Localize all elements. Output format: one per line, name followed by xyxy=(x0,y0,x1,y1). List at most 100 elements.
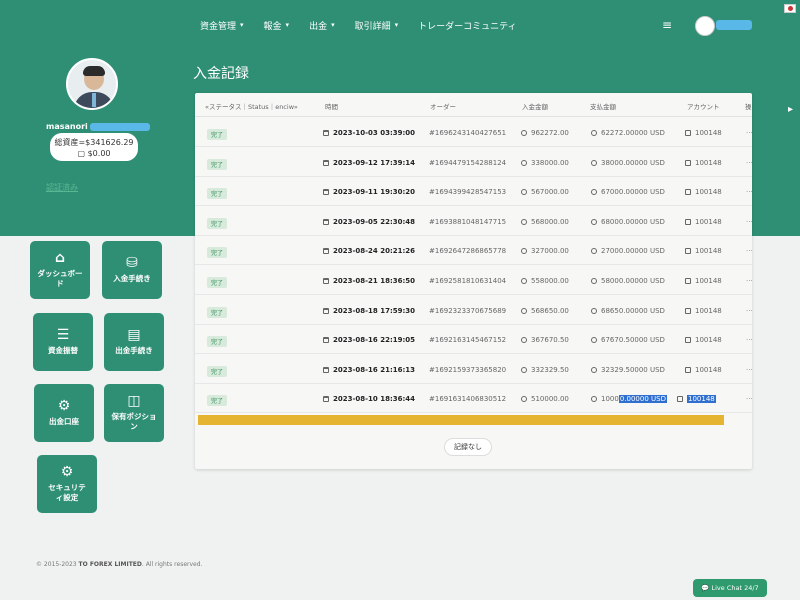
payment-icon xyxy=(591,130,597,136)
total-assets: 総資産=$341626.29 xyxy=(54,138,134,147)
no-records-button[interactable]: 記録なし xyxy=(444,438,492,456)
status-badge: 完了 xyxy=(207,188,228,200)
row-actions[interactable]: ··· xyxy=(746,277,753,285)
sidebar-button-positions[interactable]: ◫ 保有ポジション xyxy=(104,384,164,442)
table-row: 完了 2023-08-16 21:16:13 #1692159373365820 33… xyxy=(195,356,753,384)
calendar-icon xyxy=(323,159,329,166)
row-actions[interactable]: ··· xyxy=(746,395,753,403)
payment-icon xyxy=(591,366,597,373)
row-actions[interactable]: ··· xyxy=(746,336,753,344)
time-cell: 2023-08-16 21:16:13 xyxy=(323,366,415,374)
time-cell: 2023-08-16 22:19:05 xyxy=(323,336,415,344)
wallet-icon: ▢ xyxy=(77,149,86,158)
deposit-amount: 327000.00 xyxy=(531,247,569,256)
header-payment: 支払金額 xyxy=(590,103,616,111)
sidebar-button-transfer[interactable]: ☰ 資金振替 xyxy=(33,313,93,371)
account-icon xyxy=(677,396,683,403)
chevron-down-icon: ▾ xyxy=(285,21,290,29)
account-number: 100148 xyxy=(695,158,722,167)
sidebar-button-dashboard[interactable]: ⌂ ダッシュボード xyxy=(30,241,90,299)
account-cell: 100148 xyxy=(685,129,722,137)
nav-item-community[interactable]: トレーダーコミュニティ xyxy=(418,19,516,32)
account-number: 100148 xyxy=(687,395,716,404)
nav-item-trade-details[interactable]: 取引詳細 ▾ xyxy=(355,19,399,32)
time-value: 2023-08-24 20:21:26 xyxy=(333,247,416,256)
order-cell: #1692647286865778 xyxy=(429,247,507,256)
account-icon xyxy=(685,218,691,225)
account-icon xyxy=(685,130,691,136)
time-value: 2023-08-21 18:36:50 xyxy=(333,277,416,285)
payment-cell: 68650.00000 USD xyxy=(591,307,665,315)
payment-cell: 1000 0.00000 USD xyxy=(591,395,667,404)
live-chat-label: Live Chat 24/7 xyxy=(711,584,759,592)
sidebar-button-security[interactable]: ⚙ セキュリティ設定 xyxy=(37,455,97,513)
footer-copyright: © 2015-2023 TO FOREX LIMITED. All rights… xyxy=(36,561,202,568)
time-cell: 2023-09-11 19:30:20 xyxy=(323,188,415,196)
japan-flag-icon[interactable] xyxy=(784,4,796,13)
sidebar-button-withdraw[interactable]: ▤ 出金手続き xyxy=(104,313,164,371)
top-navigation: 資金管理 ▾ 報金 ▾ 出金 ▾ 取引詳細 ▾ トレーダーコミュニティ xyxy=(200,14,537,36)
row-actions[interactable]: ··· xyxy=(746,366,753,374)
payment-amount: 32329.50000 USD xyxy=(601,365,665,374)
status-badge: 完了 xyxy=(207,158,228,170)
deposit-icon xyxy=(521,189,527,196)
account-cell: 100148 xyxy=(685,277,722,285)
row-actions[interactable]: ··· xyxy=(746,129,753,137)
chevron-down-icon: ▾ xyxy=(394,21,399,29)
calendar-icon xyxy=(323,396,329,403)
calendar-icon xyxy=(323,337,329,344)
sidebar-button-label: 資金振替 xyxy=(48,346,78,355)
payment-icon xyxy=(591,337,597,344)
hamburger-icon[interactable]: ≡ xyxy=(662,18,672,32)
row-actions[interactable]: ··· xyxy=(746,218,753,226)
sidebar-button-withdraw-account[interactable]: ⚙ 出金口座 xyxy=(34,384,94,442)
nav-item-reward[interactable]: 報金 ▾ xyxy=(264,19,290,32)
user-avatar[interactable] xyxy=(695,16,715,36)
account-number: 100148 xyxy=(695,365,722,374)
sidebar-button-label: ダッシュボード xyxy=(37,269,83,288)
account-icon xyxy=(685,189,691,196)
payment-icon xyxy=(591,307,597,314)
table-row: 完了 2023-08-24 20:21:26 #1692647286865778 32… xyxy=(195,237,753,266)
home-icon: ⌂ xyxy=(54,250,66,266)
time-cell: 2023-10-03 03:39:00 xyxy=(323,129,415,137)
footer-brand: TO FOREX LIMITED xyxy=(78,561,142,568)
account-cell: 100148 xyxy=(685,307,722,315)
time-value: 2023-08-10 18:36:44 xyxy=(333,395,416,404)
book-icon: ◫ xyxy=(127,393,141,409)
table-row: 完了 2023-09-11 19:30:20 #1694399428547153 56… xyxy=(195,178,753,207)
verification-status[interactable]: 認証済み xyxy=(46,182,78,193)
row-actions[interactable]: ··· xyxy=(746,159,753,167)
balance-box: 総資産=$341626.29 ▢ $0.00 xyxy=(50,133,138,161)
row-actions[interactable]: ··· xyxy=(746,247,753,255)
chevron-right-icon[interactable]: ▸ xyxy=(788,104,793,115)
time-value: 2023-10-03 03:39:00 xyxy=(333,129,416,137)
order-cell: #1692581810631404 xyxy=(429,277,507,285)
account-icon xyxy=(685,366,691,373)
time-cell: 2023-08-21 18:36:50 xyxy=(323,277,415,285)
profile-name-text: masanori xyxy=(46,122,88,131)
time-cell: 2023-09-12 17:39:14 xyxy=(323,159,415,167)
table-header: «ステータス｜Status｜enciw» 時間 オーダー 入金金額 支払金額 ア… xyxy=(195,93,752,117)
time-cell: 2023-08-10 18:36:44 xyxy=(323,395,415,403)
deposit-amount: 367670.50 xyxy=(531,336,569,345)
table-row: 完了 2023-08-16 22:19:05 #1692163145467152 36… xyxy=(195,326,753,355)
deposit-icon xyxy=(521,130,527,136)
order-cell: #1694479154288124 xyxy=(429,158,507,167)
live-chat-button[interactable]: 💬 Live Chat 24/7 xyxy=(693,579,767,597)
time-cell: 2023-08-24 20:21:26 xyxy=(323,247,415,255)
table-row: 完了 2023-09-05 22:30:48 #1693881048147715 56… xyxy=(195,208,753,236)
payment-icon xyxy=(591,189,597,196)
status-badge: 完了 xyxy=(207,365,228,377)
sidebar-button-deposit[interactable]: ⛁ 入金手続き xyxy=(102,241,162,299)
nav-item-withdraw[interactable]: 出金 ▾ xyxy=(309,19,335,32)
status-badge: 完了 xyxy=(207,277,228,288)
row-actions[interactable]: ··· xyxy=(746,188,753,196)
account-icon xyxy=(685,159,691,166)
time-cell: 2023-09-05 22:30:48 xyxy=(323,218,415,226)
order-cell: #1692163145467152 xyxy=(429,336,507,345)
nav-item-funds[interactable]: 資金管理 ▾ xyxy=(200,19,244,32)
account-cell: 100148 xyxy=(677,395,716,404)
row-actions[interactable]: ··· xyxy=(746,307,753,315)
deposit-cell: 962272.00 xyxy=(521,129,569,137)
